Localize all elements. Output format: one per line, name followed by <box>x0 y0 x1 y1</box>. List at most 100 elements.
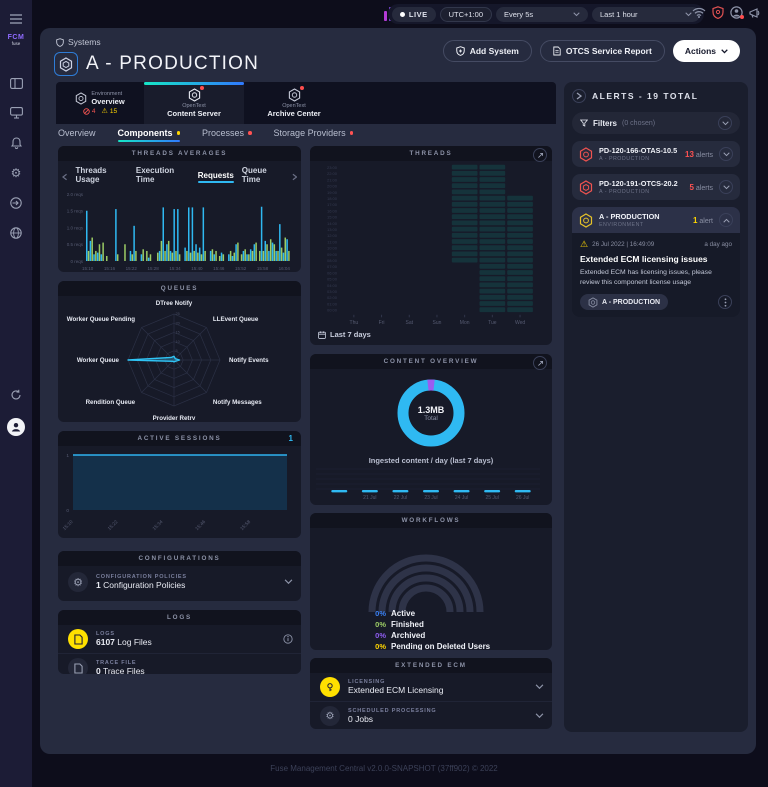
svg-text:00:00: 00:00 <box>327 308 338 313</box>
actions-button[interactable]: Actions <box>672 40 740 62</box>
svg-text:07:00: 07:00 <box>327 264 338 269</box>
tab-components[interactable]: Components <box>117 128 181 142</box>
alert-more-button[interactable] <box>718 295 732 310</box>
info-icon[interactable] <box>283 634 293 644</box>
tab-opentext-content-server[interactable]: OpenText Content Server <box>144 82 244 124</box>
tab-environment-overview[interactable]: Environment Overview 4 ⚠ 15 <box>56 82 144 124</box>
svg-text:25: 25 <box>176 312 180 316</box>
alert-card-otas[interactable]: PD-120-166-OTAS-10.5 A - PRODUCTION 13 a… <box>572 141 740 167</box>
chevron-down-icon[interactable] <box>284 579 293 585</box>
svg-text:15:34: 15:34 <box>152 519 165 532</box>
refresh-interval-select[interactable]: Every 5s <box>496 6 588 22</box>
security-shield-icon[interactable] <box>712 6 724 19</box>
panel-title: CONTENT OVERVIEW <box>310 354 552 370</box>
expand-threads-button[interactable] <box>533 148 547 162</box>
chevron-down-icon[interactable] <box>535 684 544 690</box>
refresh-icon <box>11 389 21 400</box>
systems-shield-icon <box>56 37 64 47</box>
sidebar-item-settings[interactable]: ⚙ <box>0 160 32 186</box>
profile-status-button[interactable] <box>730 6 744 19</box>
tab-requests[interactable]: Requests <box>197 171 234 183</box>
scheduled-processing-icon: ⚙ <box>320 706 340 726</box>
alert-dot <box>299 86 304 90</box>
alerts-header: ALERTS - 19 TOTAL <box>592 91 699 101</box>
hexagon-system-icon <box>59 56 73 72</box>
trace-files-row[interactable]: TRACE FILE 0 Trace Files <box>58 653 301 674</box>
error-count-badge: 4 <box>83 108 96 115</box>
ingested-caption: Ingested content / day (last 7 days) <box>368 456 494 465</box>
svg-text:5: 5 <box>176 349 178 353</box>
chevron-right-icon[interactable] <box>292 173 297 181</box>
collapse-alert-button[interactable] <box>719 213 733 227</box>
svg-text:15:40: 15:40 <box>191 266 203 271</box>
chevron-right-icon <box>576 92 582 100</box>
panel-title: EXTENDED ECM <box>310 658 552 673</box>
alert-card-otcs[interactable]: PD-120-191-OTCS-20.2 A - PRODUCTION 5 al… <box>572 174 740 200</box>
trace-file-icon <box>68 658 88 674</box>
tab-opentext-archive-center[interactable]: OpenText Archive Center <box>244 82 344 124</box>
svg-text:20: 20 <box>176 321 180 325</box>
app-version-footer: Fuse Management Central v2.0.0-SNAPSHOT … <box>270 764 498 773</box>
content-overview-panel: CONTENT OVERVIEW 1.3MB Total Ingested co… <box>310 354 552 505</box>
tab-threads-usage[interactable]: Threads Usage <box>75 166 127 187</box>
alert-card-production[interactable]: A - PRODUCTION ENVIRONMENT 1 alert <box>572 207 740 233</box>
expand-content-overview-button[interactable] <box>533 356 547 370</box>
svg-text:15:58: 15:58 <box>239 519 252 532</box>
add-system-button[interactable]: Add System <box>442 40 532 62</box>
tab-queue-time[interactable]: Queue Time <box>242 166 284 187</box>
threads-heatmap-chart: 23:0022:0021:00 20:0019:0018:0017:0016:00… <box>327 164 533 326</box>
configuration-policies-row[interactable]: ⚙ CONFIGURATION POLICIES 1 Configuration… <box>58 566 301 598</box>
svg-text:09:00: 09:00 <box>327 252 338 257</box>
queues-panel: QUEUES 5 10 15 20 25 DTree Notify LLEvent Queu… <box>58 281 301 422</box>
filters-expand-button[interactable] <box>718 116 732 130</box>
svg-text:10: 10 <box>176 340 180 344</box>
chevron-left-icon[interactable] <box>62 173 67 181</box>
svg-text:0 reqs: 0 reqs <box>70 259 83 264</box>
filter-icon <box>580 119 588 127</box>
svg-text:Wed: Wed <box>515 320 525 326</box>
svg-text:08:00: 08:00 <box>327 258 338 263</box>
panel-title: LOGS <box>58 610 301 625</box>
live-indicator[interactable]: LIVE <box>391 6 436 22</box>
otcs-service-report-button[interactable]: OTCS Service Report <box>539 40 665 62</box>
tab-storage-providers[interactable]: Storage Providers <box>274 128 354 142</box>
time-range-select[interactable]: Last 1 hour <box>592 6 700 22</box>
announcement-icon[interactable] <box>749 7 762 19</box>
breadcrumb[interactable]: Systems <box>56 37 101 47</box>
svg-text:15:16: 15:16 <box>104 266 116 271</box>
sidebar-item-sessions[interactable] <box>0 190 32 216</box>
alerts-filters[interactable]: Filters (0 chosen) <box>572 112 740 134</box>
collapse-alerts-button[interactable] <box>572 89 586 103</box>
svg-text:26 Jul: 26 Jul <box>516 495 529 501</box>
extended-ecm-panel: EXTENDED ECM LICENSING Extended ECM Lice… <box>310 658 552 729</box>
tab-overview[interactable]: Overview <box>58 128 96 142</box>
chevron-down-icon <box>721 120 729 125</box>
user-menu-button[interactable] <box>0 414 32 440</box>
tab-processes[interactable]: Processes <box>202 128 252 142</box>
donut-total-label: Total <box>424 414 438 422</box>
wifi-icon[interactable] <box>692 7 706 18</box>
panel-title: QUEUES <box>58 281 301 296</box>
expand-alert-button[interactable] <box>719 180 733 194</box>
alert-system-tag[interactable]: A - PRODUCTION <box>580 294 669 311</box>
sidebar-item-refresh[interactable] <box>0 382 32 408</box>
svg-text:12:00: 12:00 <box>327 233 338 238</box>
svg-text:16:04: 16:04 <box>279 266 291 271</box>
sidebar-item-dashboard[interactable] <box>0 70 32 96</box>
sidebar-item-network[interactable] <box>0 220 32 246</box>
licensing-row[interactable]: LICENSING Extended ECM Licensing <box>310 673 552 701</box>
live-dot-icon <box>399 11 405 17</box>
scheduled-processing-row[interactable]: ⚙ SCHEDULED PROCESSING 0 Jobs <box>310 701 552 729</box>
chevron-down-icon[interactable] <box>535 713 544 719</box>
svg-text:15:46: 15:46 <box>194 519 207 532</box>
expand-alert-button[interactable] <box>719 147 733 161</box>
content-server-hexagon-icon <box>188 88 200 102</box>
svg-text:Sun: Sun <box>432 320 441 326</box>
menu-toggle-button[interactable] <box>0 6 32 32</box>
svg-text:15:58: 15:58 <box>257 266 269 271</box>
sidebar-item-notifications[interactable] <box>0 130 32 156</box>
log-files-row[interactable]: LOGS 6107 Log Files <box>58 625 301 653</box>
sidebar-item-monitoring[interactable] <box>0 100 32 126</box>
tab-execution-time[interactable]: Execution Time <box>136 166 190 187</box>
topbar-controls: LIVE UTC+1:00 Every 5s Last 1 hour <box>387 4 704 24</box>
